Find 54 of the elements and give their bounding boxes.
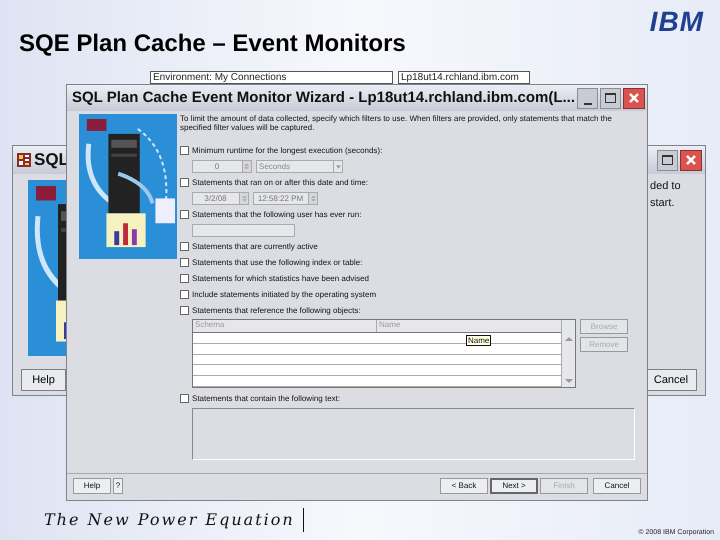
checkbox[interactable] [180,258,189,267]
help-button[interactable]: Help [21,369,66,391]
checkbox[interactable] [180,210,189,219]
cancel-button[interactable]: Cancel [645,369,697,391]
checkbox[interactable] [180,274,189,283]
checkbox-label: Statements that are currently active [192,242,318,251]
checkbox[interactable] [180,290,189,299]
close-icon [628,92,640,104]
tooltip: Name [466,335,492,346]
checkbox-label: Statements that reference the following objects: [192,306,361,315]
slide-title: SQE Plan Cache – Event Monitors [19,29,406,59]
checkbox-label: Statements that ran on or after this date and time: [192,178,368,187]
window-title: SQL Plan Cache Event Monitor Wizard - Lp18ut14.rchland.ibm.com(L... [72,88,575,108]
date-field[interactable]: 3/2/08 [192,192,249,205]
checkbox-label: Statements that contain the following text: [192,394,340,403]
wizard-button[interactable]: Next > [490,478,538,494]
close-button[interactable] [623,88,645,108]
checkbox[interactable] [180,178,189,187]
app-icon [16,152,32,168]
checkbox-label: Statements for which statistics have been advised [192,274,369,283]
ibm-logo: IBM [650,8,704,36]
field-value: 12:58:22 PM [258,194,304,203]
wizard-button[interactable]: Cancel [593,478,641,494]
checkbox-label: Statements that use the following index or table: [192,258,362,267]
tagline: The New Power Equation [44,508,304,532]
intro-text: To limit the amount of data collected, specify which filters to use. When filters are provided, only statements that match the specified filter values will be captured. [180,114,613,132]
checkbox[interactable] [180,242,189,251]
checkbox[interactable] [180,306,189,315]
dropdown-value: Seconds [259,162,290,171]
wizard-button[interactable]: ? [113,478,123,494]
time-field[interactable]: 12:58:22 PM [253,192,318,205]
maximize-button[interactable] [657,150,678,170]
wizard-button[interactable]: Help [73,478,111,494]
text-field[interactable]: Environment: My Connections [150,71,393,84]
maximize-button[interactable] [600,88,621,108]
checkbox-label: Statements that the following user has ever run: [192,210,362,219]
checkbox-label: Minimum runtime for the longest execution (seconds): [192,146,382,155]
text-area[interactable] [192,408,635,460]
checkbox[interactable] [180,146,189,155]
field-value: 0 [214,162,220,171]
close-button[interactable] [680,150,702,170]
checkbox-label: Include statements initiated by the operating system [192,290,376,299]
dropdown-arrow-icon [333,161,342,172]
checkbox[interactable] [180,394,189,403]
close-icon [685,154,697,166]
field-value: 3/2/08 [204,194,228,203]
wizard-button[interactable]: < Back [440,478,488,494]
number-field[interactable]: 0 [192,160,252,173]
instruction-text: ded to start. [650,179,682,210]
user-field[interactable] [192,224,295,237]
minimize-button[interactable] [577,88,598,108]
scrollbar[interactable] [561,320,575,387]
window-title: SQL [34,149,69,172]
text-field[interactable]: Lp18ut14.rchland.ibm.com [398,71,530,84]
